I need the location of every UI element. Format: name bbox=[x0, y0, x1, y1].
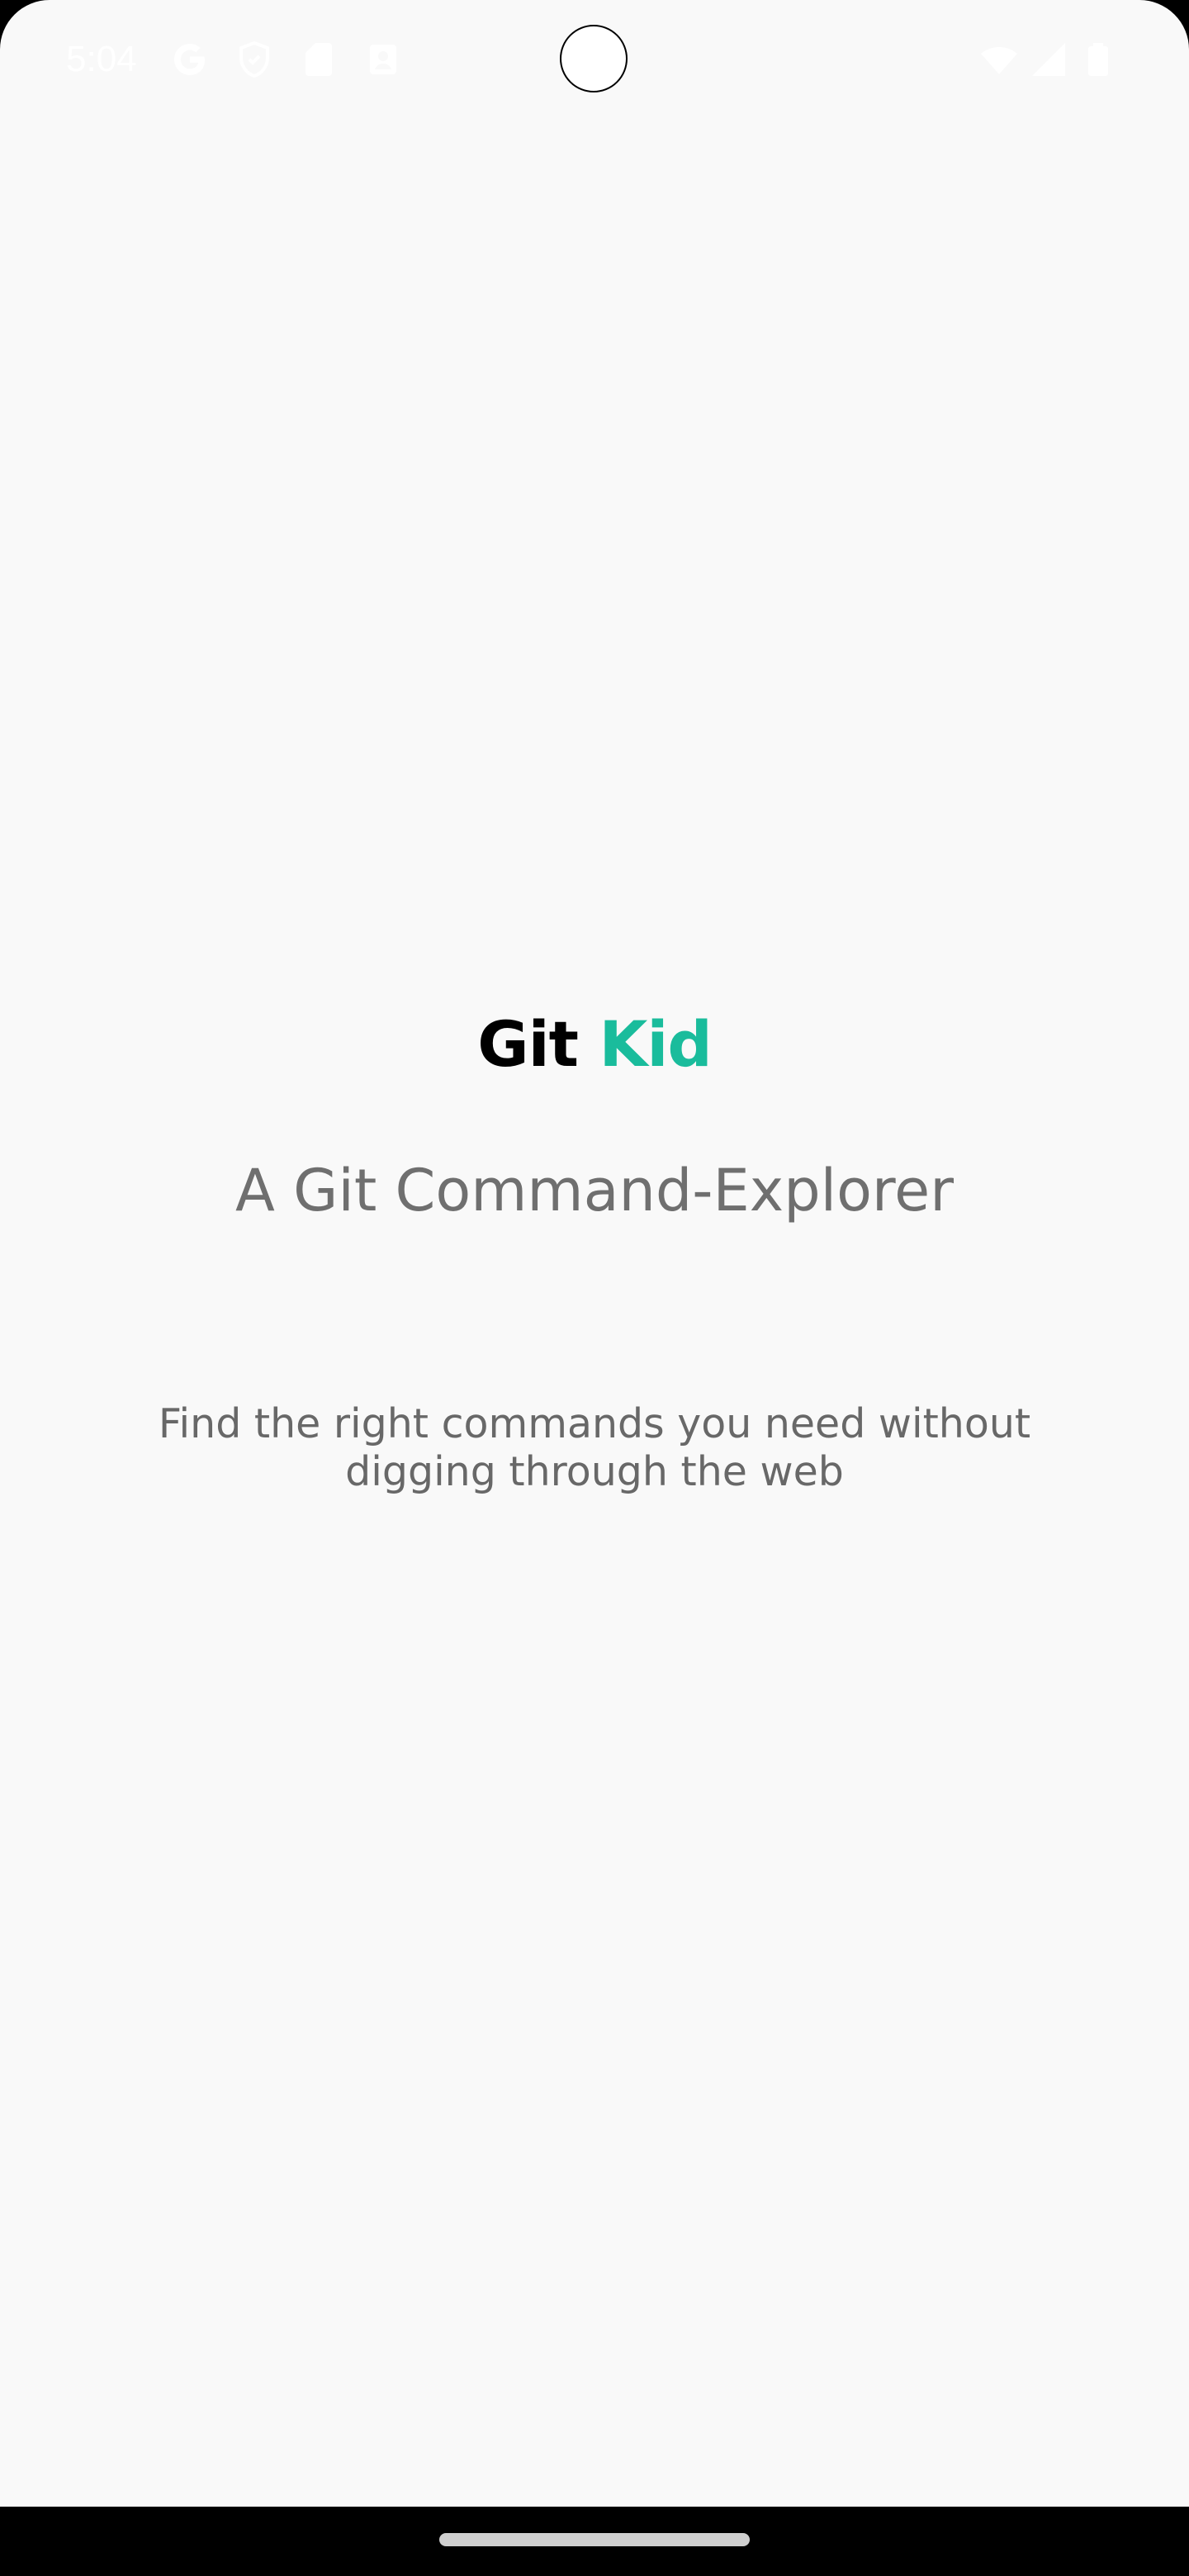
battery-icon bbox=[1088, 43, 1108, 76]
status-time: 5:04 bbox=[66, 39, 137, 79]
app-title-kid: Kid bbox=[599, 1007, 712, 1081]
wifi-icon bbox=[981, 47, 1017, 74]
camera-cutout bbox=[560, 25, 628, 92]
home-gesture-handle[interactable] bbox=[439, 2533, 750, 2546]
app-title-git: Git bbox=[477, 1007, 579, 1081]
shield-icon bbox=[239, 40, 269, 78]
app-description: Find the right commands you need without… bbox=[158, 1400, 1031, 1495]
status-bar: 5:04 bbox=[0, 0, 1189, 124]
google-icon bbox=[174, 44, 205, 75]
contact-card-icon bbox=[370, 45, 396, 74]
cellular-signal-icon bbox=[1032, 43, 1065, 76]
splash-screen: 5:04 Git Kid A Git Command-Explorer Find… bbox=[0, 0, 1189, 2576]
app-subtitle: A Git Command-Explorer bbox=[234, 1157, 954, 1224]
sd-card-icon bbox=[306, 43, 332, 76]
app-title: Git Kid bbox=[0, 1007, 1189, 1082]
